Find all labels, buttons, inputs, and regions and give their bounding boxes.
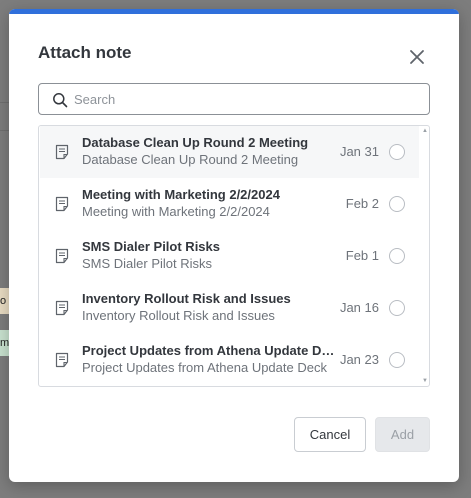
note-list-item[interactable]: Inventory Rollout Risk and Issues Invent… (40, 282, 419, 334)
note-icon (55, 196, 69, 212)
note-icon (55, 300, 69, 316)
note-title: Project Updates from Athena Update Deck (82, 343, 338, 358)
note-date: Jan 16 (339, 300, 379, 315)
search-input[interactable] (74, 84, 414, 114)
note-date: Feb 2 (345, 196, 379, 211)
scroll-up-arrow-icon[interactable]: ▲ (422, 128, 428, 134)
background-divider (0, 130, 9, 131)
note-list-item[interactable]: Meeting with Marketing 2/2/2024 Meeting … (40, 178, 419, 230)
note-icon (55, 352, 69, 368)
note-subtitle: SMS Dialer Pilot Risks (82, 256, 213, 271)
note-subtitle: Database Clean Up Round 2 Meeting (82, 152, 299, 167)
note-subtitle: Inventory Rollout Risk and Issues (82, 308, 275, 323)
note-select-radio[interactable] (389, 144, 405, 160)
note-title: Inventory Rollout Risk and Issues (82, 291, 291, 306)
note-list-item[interactable]: Project Updates from Athena Update Deck … (40, 334, 419, 386)
note-select-radio[interactable] (389, 248, 405, 264)
note-select-radio[interactable] (389, 352, 405, 368)
dialog-title: Attach note (38, 43, 132, 62)
close-icon (410, 50, 424, 64)
background-divider (0, 102, 9, 103)
add-button[interactable]: Add (375, 417, 430, 452)
search-box[interactable] (38, 83, 430, 115)
note-date: Jan 23 (339, 352, 379, 367)
note-date: Jan 31 (339, 144, 379, 159)
note-title: Database Clean Up Round 2 Meeting (82, 135, 309, 150)
search-icon (53, 93, 68, 108)
note-date: Feb 1 (345, 248, 379, 263)
close-button[interactable] (404, 44, 430, 70)
note-subtitle: Meeting with Marketing 2/2/2024 (82, 204, 270, 219)
note-icon (55, 248, 69, 264)
note-icon (55, 144, 69, 160)
note-list-item[interactable]: Database Clean Up Round 2 Meeting Databa… (40, 126, 419, 178)
note-select-radio[interactable] (389, 196, 405, 212)
attach-note-dialog: Attach note Database Clean Up Round 2 Me… (9, 9, 459, 482)
note-select-radio[interactable] (389, 300, 405, 316)
dialog-accent-bar (9, 9, 459, 14)
scroll-down-arrow-icon[interactable]: ▼ (422, 378, 428, 384)
cancel-button[interactable]: Cancel (294, 417, 366, 452)
note-list-item[interactable]: SMS Dialer Pilot Risks SMS Dialer Pilot … (40, 230, 419, 282)
note-title: SMS Dialer Pilot Risks (82, 239, 220, 254)
note-subtitle: Project Updates from Athena Update Deck (82, 360, 327, 375)
notes-list[interactable]: Database Clean Up Round 2 Meeting Databa… (38, 125, 430, 387)
note-title: Meeting with Marketing 2/2/2024 (82, 187, 280, 202)
